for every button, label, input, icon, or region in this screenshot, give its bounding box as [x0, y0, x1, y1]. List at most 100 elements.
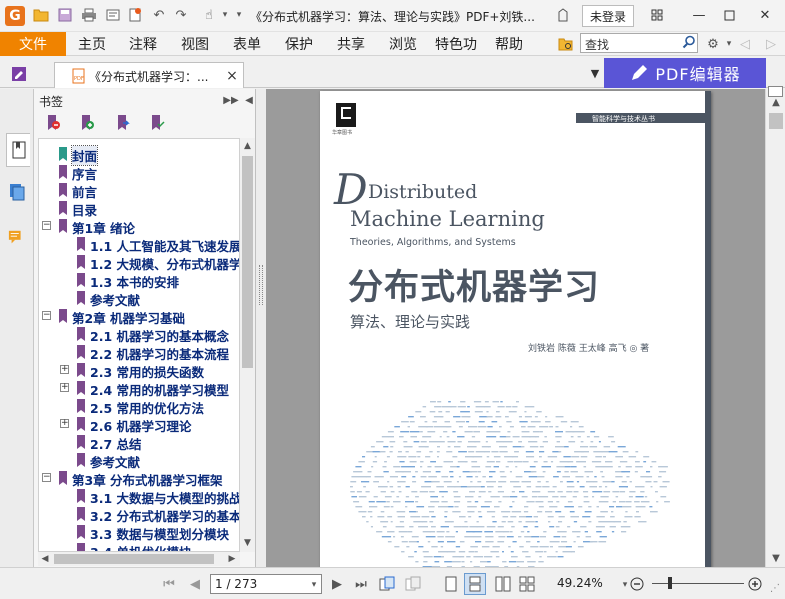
skin-icon[interactable]	[554, 6, 572, 24]
bookmark-horizontal-scrollbar[interactable]: ◀ ▶	[38, 552, 240, 566]
bookmark-item[interactable]: 序言	[39, 163, 239, 182]
bookmark-scroll-thumb[interactable]	[242, 156, 253, 368]
menu-home[interactable]: 主页	[78, 34, 106, 54]
maximize-icon[interactable]	[716, 4, 742, 26]
doc-scroll-down-icon[interactable]: ▼	[767, 549, 785, 567]
app-logo[interactable]: G	[5, 6, 25, 26]
doc-scroll-up-icon[interactable]: ▲	[767, 93, 785, 111]
scroll-up-icon[interactable]: ▲	[242, 139, 253, 153]
zoom-level[interactable]: 49.24%	[557, 576, 603, 590]
bookmark-item[interactable]: 参考文献	[39, 451, 239, 470]
menu-comment[interactable]: 注释	[129, 34, 157, 54]
menu-protect[interactable]: 保护	[285, 34, 313, 54]
resize-grip-icon[interactable]: ⋰	[766, 579, 784, 597]
tab-close-icon[interactable]: ×	[223, 67, 241, 85]
bookmark-item[interactable]: 1.3 本书的安排	[39, 271, 239, 290]
collapse-toggle-icon[interactable]: −	[42, 221, 51, 230]
first-page-icon[interactable]: ⏮	[160, 575, 178, 593]
bookmark-item[interactable]: 前言	[39, 181, 239, 200]
collapse-toggle-icon[interactable]: −	[42, 311, 51, 320]
last-page-icon[interactable]: ⏭	[352, 575, 370, 593]
search-input[interactable]: 查找	[580, 33, 698, 53]
page-thumbnails-icon[interactable]	[8, 183, 26, 201]
new-document-icon[interactable]	[126, 6, 144, 24]
single-page-view-icon[interactable]	[442, 575, 460, 593]
menu-share[interactable]: 共享	[337, 34, 365, 54]
print-icon[interactable]	[80, 6, 98, 24]
bookmark-item[interactable]: 1.2 大规模、分布式机器学习	[39, 253, 239, 272]
menu-features[interactable]: 特色功	[435, 34, 477, 54]
bookmark-item[interactable]: 1.1 人工智能及其飞速发展	[39, 235, 239, 254]
previous-page-icon[interactable]: ◀	[186, 575, 204, 593]
expand-bookmark-icon[interactable]	[148, 114, 166, 132]
bookmark-item[interactable]: 2.5 常用的优化方法	[39, 397, 239, 416]
bookmark-item[interactable]: 3.1 大数据与大模型的挑战	[39, 487, 239, 506]
bookmark-vertical-scrollbar[interactable]: ▲ ▼	[240, 138, 255, 552]
undo-icon[interactable]: ↶	[150, 6, 168, 24]
panel-options-icon[interactable]: ▶▶	[222, 91, 240, 109]
delete-bookmark-icon[interactable]	[44, 114, 62, 132]
add-bookmark-icon[interactable]	[78, 114, 96, 132]
bookmark-item[interactable]: +2.6 机器学习理论	[39, 415, 239, 434]
scroll-right-icon[interactable]: ▶	[226, 552, 238, 566]
nav-back-icon[interactable]: ◁	[736, 35, 754, 53]
redo-icon[interactable]: ↷	[172, 6, 190, 24]
bookmark-item[interactable]: 封面	[39, 145, 239, 166]
menu-form[interactable]: 表单	[233, 34, 261, 54]
minimize-icon[interactable]: —	[686, 4, 712, 26]
next-page-icon[interactable]: ▶	[328, 575, 346, 593]
bookmark-item[interactable]: +2.3 常用的损失函数	[39, 361, 239, 380]
customize-toolbar-icon[interactable]: ▾	[230, 6, 248, 24]
search-folder-icon[interactable]	[557, 35, 575, 53]
search-icon[interactable]	[682, 35, 696, 49]
menu-help[interactable]: 帮助	[495, 34, 523, 54]
close-window-icon[interactable]: ✕	[752, 4, 778, 26]
properties-icon[interactable]	[104, 6, 122, 24]
bookmark-panel-tab-icon[interactable]	[6, 133, 30, 167]
bookmark-item[interactable]: 2.1 机器学习的基本概念	[39, 325, 239, 344]
bookmark-item[interactable]: 3.2 分布式机器学习的基本流程	[39, 505, 239, 524]
tab-list-dropdown-icon[interactable]: ▼	[586, 64, 604, 82]
bookmark-item[interactable]: 3.3 数据与模型划分模块	[39, 523, 239, 542]
scroll-left-icon[interactable]: ◀	[39, 552, 51, 566]
continuous-facing-view-icon[interactable]	[518, 575, 536, 593]
sign-icon[interactable]	[10, 65, 28, 83]
collapse-toggle-icon[interactable]: −	[42, 473, 51, 482]
facing-view-icon[interactable]	[494, 575, 512, 593]
scroll-down-icon[interactable]: ▼	[242, 536, 253, 550]
bookmark-item[interactable]: 参考文献	[39, 289, 239, 308]
bookmark-hscroll-thumb[interactable]	[54, 554, 214, 564]
expand-toggle-icon[interactable]: +	[60, 419, 69, 428]
zoom-slider-thumb[interactable]	[668, 577, 672, 589]
nav-forward-icon[interactable]: ▷	[762, 35, 780, 53]
zoom-out-icon[interactable]	[628, 575, 646, 593]
bookmark-item[interactable]: − 第3章 分布式机器学习框架	[39, 469, 239, 488]
next-view-icon[interactable]	[404, 575, 422, 593]
previous-view-icon[interactable]	[378, 575, 396, 593]
bookmark-item[interactable]: − 第2章 机器学习基础	[39, 307, 239, 326]
page-dropdown-icon[interactable]: ▾	[305, 576, 323, 594]
doc-scroll-thumb[interactable]	[769, 113, 783, 129]
continuous-view-icon[interactable]	[464, 573, 486, 595]
expand-toggle-icon[interactable]: +	[60, 365, 69, 374]
open-folder-icon[interactable]	[32, 6, 50, 24]
go-to-bookmark-icon[interactable]	[114, 114, 132, 132]
bookmark-item[interactable]: − 第1章 绪论	[39, 217, 239, 236]
comments-panel-icon[interactable]	[8, 229, 26, 247]
zoom-slider-track[interactable]	[652, 583, 744, 584]
menu-view[interactable]: 视图	[181, 34, 209, 54]
layout-icon[interactable]	[644, 4, 670, 26]
menu-browse[interactable]: 浏览	[389, 34, 417, 54]
zoom-in-icon[interactable]	[746, 575, 764, 593]
tab-document[interactable]: PDF 《分布式机器学习：... ×	[54, 62, 244, 88]
save-icon[interactable]	[56, 6, 74, 24]
bookmark-item[interactable]: 3.4 单机优化模块	[39, 541, 239, 551]
bookmark-item[interactable]: 2.2 机器学习的基本流程	[39, 343, 239, 362]
bookmark-item[interactable]: +2.4 常用的机器学习模型	[39, 379, 239, 398]
bookmark-item[interactable]: 2.7 总结	[39, 433, 239, 452]
expand-toggle-icon[interactable]: +	[60, 383, 69, 392]
document-viewport[interactable]: 华章图书 智能科学与技术丛书 D Distributed Machine Lea…	[256, 89, 765, 567]
menu-file[interactable]: 文件	[0, 32, 66, 56]
bookmark-item[interactable]: 目录	[39, 199, 239, 218]
panel-splitter[interactable]	[256, 89, 266, 567]
